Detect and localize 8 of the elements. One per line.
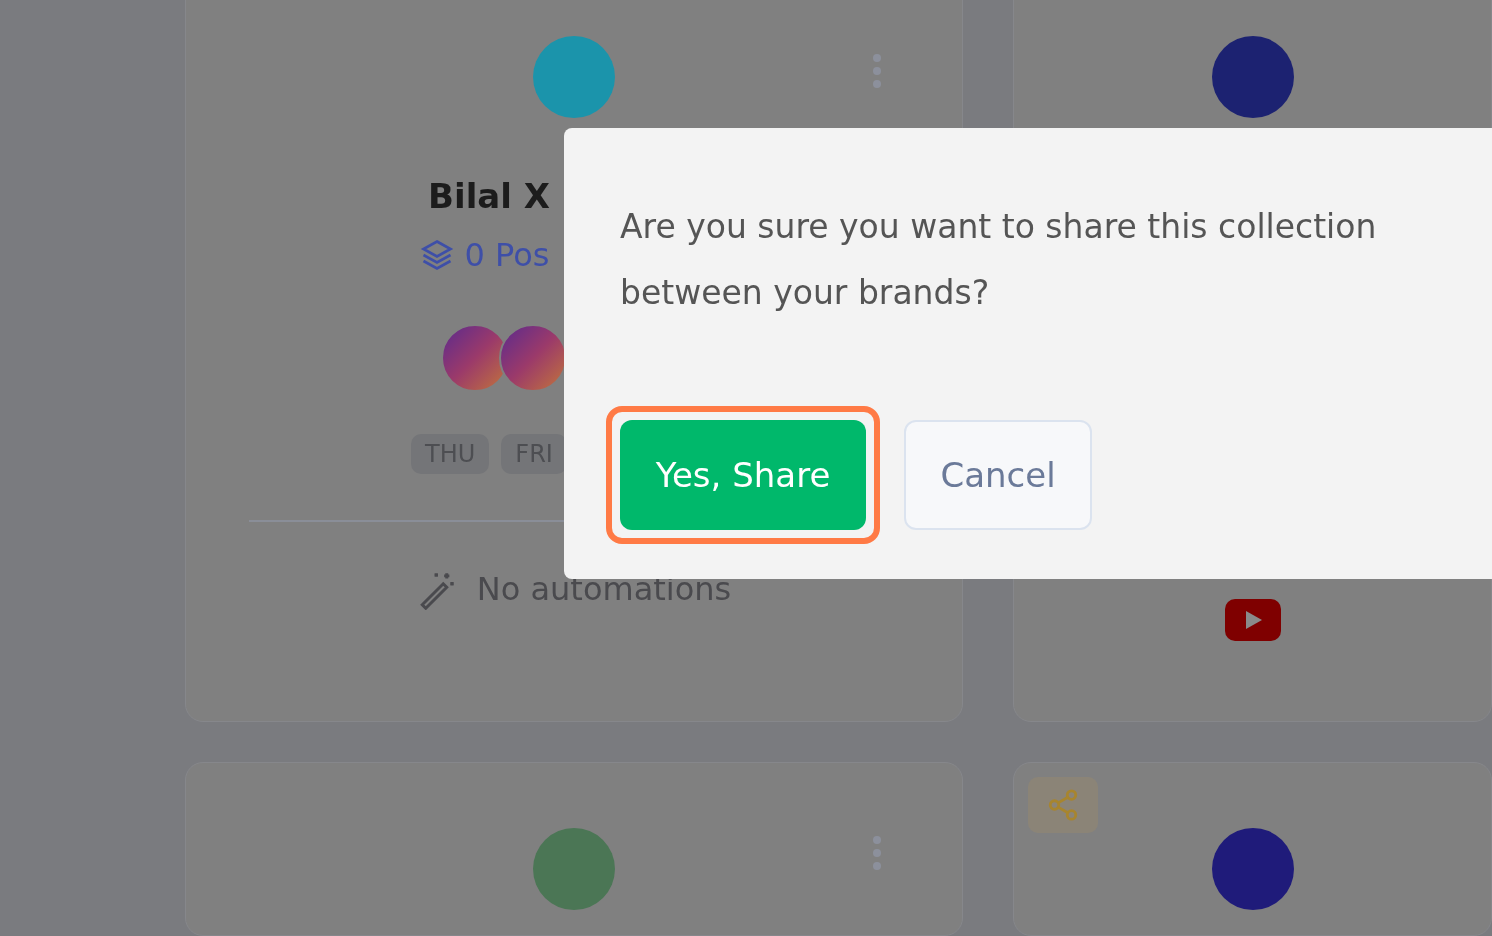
collection-name: Bilal X <box>428 176 550 216</box>
more-options-icon[interactable] <box>872 835 882 871</box>
cancel-button[interactable]: Cancel <box>904 420 1092 530</box>
confirm-button[interactable]: Yes, Share <box>620 420 866 530</box>
post-count: 0 Pos <box>464 236 550 274</box>
dialog-message: Are you sure you want to share this collection between your brands? <box>620 206 1378 314</box>
more-options-icon[interactable] <box>872 53 882 89</box>
share-icon[interactable] <box>1028 777 1098 833</box>
